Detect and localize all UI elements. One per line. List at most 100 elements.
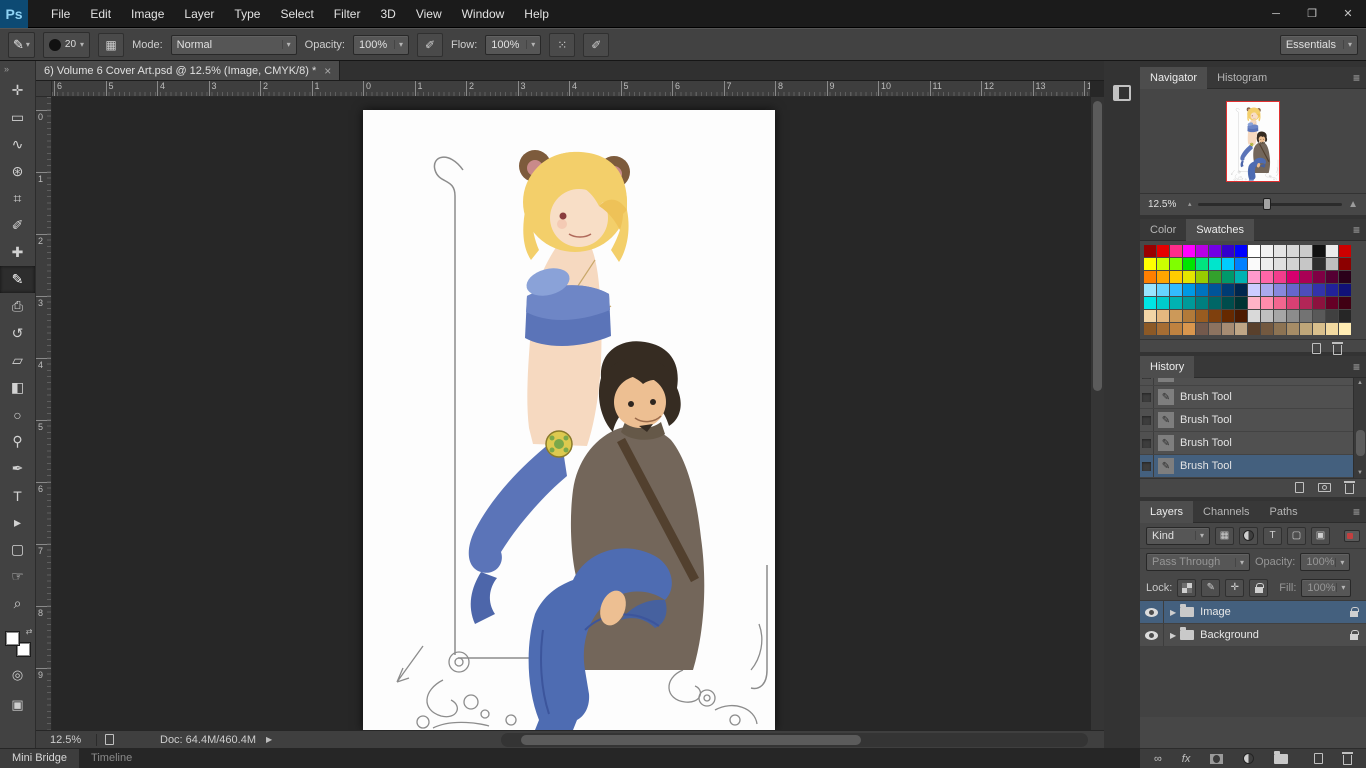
- gradient-tool[interactable]: ◧: [0, 374, 35, 401]
- delete-layer-button[interactable]: [1343, 752, 1352, 765]
- horizontal-scrollbar-thumb[interactable]: [521, 735, 861, 745]
- brush-preset-picker[interactable]: 20 ▾: [43, 32, 90, 58]
- swatch[interactable]: [1274, 271, 1286, 283]
- panel-menu-icon[interactable]: ≡: [1353, 360, 1360, 374]
- menu-3d[interactable]: 3D: [371, 0, 404, 28]
- swatch[interactable]: [1313, 310, 1325, 322]
- workspace-switcher[interactable]: Essentials ▾: [1280, 35, 1358, 55]
- swatch[interactable]: [1326, 271, 1338, 283]
- menu-view[interactable]: View: [407, 0, 451, 28]
- swatch[interactable]: [1235, 284, 1247, 296]
- swatch[interactable]: [1313, 245, 1325, 257]
- swatch[interactable]: [1183, 297, 1195, 309]
- swatch[interactable]: [1183, 258, 1195, 270]
- swatch[interactable]: [1261, 284, 1273, 296]
- delete-state-button[interactable]: [1345, 484, 1354, 494]
- swatch[interactable]: [1339, 271, 1351, 283]
- swatch[interactable]: [1261, 258, 1273, 270]
- minimize-button[interactable]: ─: [1258, 0, 1294, 28]
- lock-image-pixels-button[interactable]: ✎: [1201, 579, 1220, 597]
- menu-image[interactable]: Image: [122, 0, 173, 28]
- navigator-zoom-slider-thumb[interactable]: [1263, 198, 1271, 210]
- menu-help[interactable]: Help: [515, 0, 558, 28]
- swatch[interactable]: [1313, 297, 1325, 309]
- filter-shape-layers-button[interactable]: ▢: [1287, 527, 1306, 545]
- swatch[interactable]: [1326, 258, 1338, 270]
- swatch[interactable]: [1248, 310, 1260, 322]
- eraser-tool[interactable]: ▱: [0, 347, 35, 374]
- panel-menu-icon[interactable]: ≡: [1353, 71, 1360, 85]
- swatch[interactable]: [1183, 310, 1195, 322]
- swatch[interactable]: [1144, 271, 1156, 283]
- layer-fill-select[interactable]: 100% ▾: [1301, 579, 1351, 597]
- swatch[interactable]: [1222, 310, 1234, 322]
- vertical-scrollbar-thumb[interactable]: [1093, 101, 1102, 391]
- swatch[interactable]: [1300, 310, 1312, 322]
- swatch[interactable]: [1183, 323, 1195, 335]
- swatch[interactable]: [1183, 245, 1195, 257]
- swatch[interactable]: [1196, 310, 1208, 322]
- swatch[interactable]: [1274, 245, 1286, 257]
- new-snapshot-button[interactable]: [1318, 483, 1331, 492]
- swatch[interactable]: [1183, 284, 1195, 296]
- swatch[interactable]: [1261, 310, 1273, 322]
- swatch[interactable]: [1326, 310, 1338, 322]
- swatch[interactable]: [1274, 284, 1286, 296]
- swatch[interactable]: [1287, 310, 1299, 322]
- new-group-button[interactable]: [1274, 754, 1294, 764]
- swatch[interactable]: [1274, 323, 1286, 335]
- menu-type[interactable]: Type: [225, 0, 269, 28]
- menu-filter[interactable]: Filter: [325, 0, 370, 28]
- panel-menu-icon[interactable]: ≡: [1353, 505, 1360, 519]
- swatch[interactable]: [1261, 245, 1273, 257]
- swatch[interactable]: [1157, 284, 1169, 296]
- swatch[interactable]: [1274, 310, 1286, 322]
- opacity-select[interactable]: 100% ▾: [353, 35, 409, 55]
- toggle-brush-panel-button[interactable]: ▦: [98, 33, 124, 57]
- swatch[interactable]: [1274, 297, 1286, 309]
- swatch[interactable]: [1339, 258, 1351, 270]
- blend-mode-select[interactable]: Normal ▾: [171, 35, 297, 55]
- blur-tool[interactable]: ○: [0, 401, 35, 428]
- navigator-zoom-slider[interactable]: [1198, 203, 1343, 206]
- tab-history[interactable]: History: [1140, 356, 1194, 378]
- swatch[interactable]: [1300, 245, 1312, 257]
- clone-stamp-tool[interactable]: ⎙: [0, 293, 35, 320]
- swatch[interactable]: [1326, 245, 1338, 257]
- swatch[interactable]: [1235, 271, 1247, 283]
- spot-healing-brush-tool[interactable]: ✚: [0, 239, 35, 266]
- tools-collapse-button[interactable]: »: [0, 61, 35, 77]
- status-options-button[interactable]: ▶: [266, 735, 272, 744]
- swatch[interactable]: [1248, 284, 1260, 296]
- swatch[interactable]: [1157, 245, 1169, 257]
- swatch[interactable]: [1222, 297, 1234, 309]
- swatch[interactable]: [1248, 271, 1260, 283]
- link-layers-button[interactable]: ∞: [1154, 753, 1162, 765]
- swatch[interactable]: [1313, 284, 1325, 296]
- swatch[interactable]: [1326, 284, 1338, 296]
- history-source-checkbox[interactable]: [1140, 455, 1154, 477]
- swatch[interactable]: [1196, 323, 1208, 335]
- swatch[interactable]: [1157, 271, 1169, 283]
- swatch[interactable]: [1222, 323, 1234, 335]
- swatch[interactable]: [1300, 297, 1312, 309]
- swatch[interactable]: [1157, 258, 1169, 270]
- move-tool[interactable]: ✛: [0, 77, 35, 104]
- history-state-row[interactable]: ✎Brush Tool: [1140, 432, 1366, 455]
- swatch[interactable]: [1300, 258, 1312, 270]
- vertical-ruler[interactable]: 012345678910: [36, 97, 52, 730]
- swatch[interactable]: [1144, 245, 1156, 257]
- document-size-info[interactable]: Doc: 64.4M/460.4M: [160, 734, 256, 746]
- horizontal-scrollbar[interactable]: [501, 733, 1088, 747]
- swatch[interactable]: [1261, 323, 1273, 335]
- tab-color[interactable]: Color: [1140, 219, 1186, 241]
- layer-filter-toggle[interactable]: [1344, 530, 1360, 542]
- swatch[interactable]: [1287, 258, 1299, 270]
- swatch[interactable]: [1235, 297, 1247, 309]
- zoom-out-icon[interactable]: ▴: [1188, 200, 1192, 208]
- swatch[interactable]: [1235, 323, 1247, 335]
- menu-window[interactable]: Window: [453, 0, 514, 28]
- swatch[interactable]: [1287, 323, 1299, 335]
- swatch[interactable]: [1209, 245, 1221, 257]
- zoom-tool[interactable]: ⌕: [0, 590, 35, 617]
